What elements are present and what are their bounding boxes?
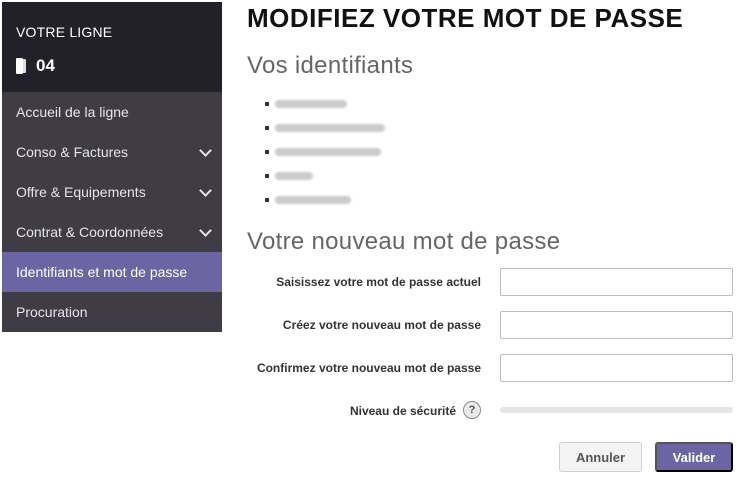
identifier-item [265,188,385,212]
security-level-label: Niveau de sécurité [349,404,456,418]
sidebar-item-offre-equipements[interactable]: Offre & Equipements [2,172,222,212]
chevron-down-icon[interactable] [199,183,212,197]
new-password-section-title: Votre nouveau mot de passe [247,228,561,255]
identifier-item [265,164,385,188]
sidebar-item-label: Contrat & Coordonnées [16,224,164,240]
sidebar-item-conso-factures[interactable]: Conso & Factures [2,132,222,172]
current-password-label: Saisissez votre mot de passe actuel [276,275,481,289]
sidebar-menu: Accueil de la ligne Conso & Factures Off… [2,92,222,332]
identifiers-list [265,92,385,212]
sidebar-item-contrat-coordonnees[interactable]: Contrat & Coordonnées [2,212,222,252]
bullet-icon [265,198,269,202]
new-password-input[interactable] [500,311,733,339]
sidebar-title: VOTRE LIGNE [16,24,113,40]
sidebar-item-label: Identifiants et mot de passe [16,264,188,280]
line-number: 04 [36,56,55,75]
confirm-password-label: Confirmez votre nouveau mot de passe [256,361,481,375]
identifiers-section-title: Vos identifiants [247,52,414,79]
password-strength-bar [500,407,733,413]
sidebar-item-procuration[interactable]: Procuration [2,292,222,332]
sidebar-item-identifiants[interactable]: Identifiants et mot de passe [2,252,222,292]
bullet-icon [265,150,269,154]
redacted-identifier [275,148,381,156]
line-selector: 04 [16,56,208,76]
redacted-identifier [275,124,385,132]
redacted-identifier [275,172,313,180]
identifier-item [265,116,385,140]
sidebar-item-label: Accueil de la ligne [16,104,129,120]
sidebar-item-label: Offre & Equipements [16,184,146,200]
sidebar: VOTRE LIGNE 04 Accueil de la ligne Conso… [2,2,222,332]
sidebar-header: VOTRE LIGNE 04 [2,2,222,92]
chevron-down-icon[interactable] [199,223,212,237]
current-password-input[interactable] [500,268,733,296]
redacted-identifier [275,196,351,204]
bullet-icon [265,126,269,130]
help-icon[interactable]: ? [463,401,481,419]
phone-icon [16,58,26,74]
sidebar-item-label: Conso & Factures [16,144,129,160]
page-title: MODIFIEZ VOTRE MOT DE PASSE [247,3,684,33]
new-password-label: Créez votre nouveau mot de passe [282,318,481,332]
bullet-icon [265,174,269,178]
identifier-item [265,92,385,116]
sidebar-item-label: Procuration [16,304,88,320]
redacted-identifier [275,100,347,108]
submit-button[interactable]: Valider [655,442,733,472]
chevron-down-icon[interactable] [199,143,212,157]
confirm-password-input[interactable] [500,354,733,382]
bullet-icon [265,102,269,106]
identifier-item [265,140,385,164]
cancel-button[interactable]: Annuler [559,442,642,472]
sidebar-item-accueil[interactable]: Accueil de la ligne [2,92,222,132]
